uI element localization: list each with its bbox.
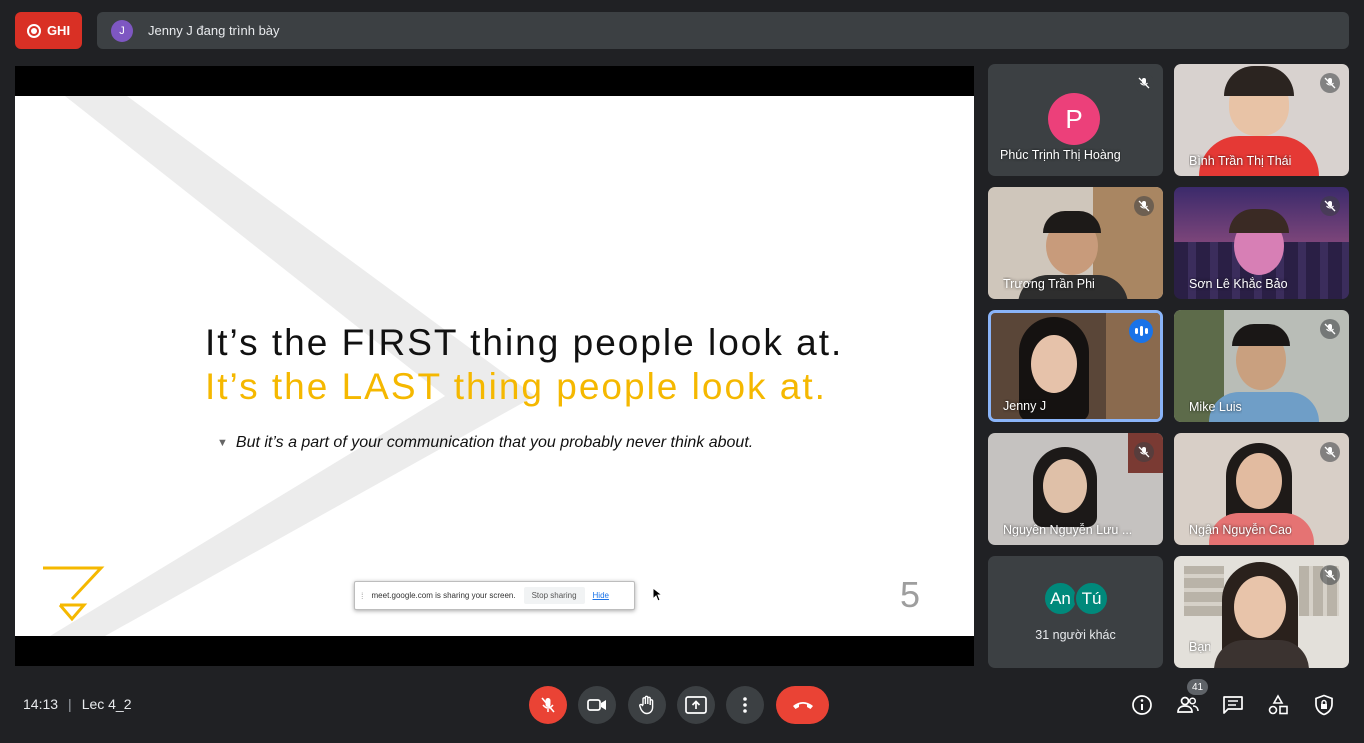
participant-tile-self[interactable]: Bạn [1174, 556, 1349, 668]
slide-bullet: ▼ But it’s a part of your communication … [217, 434, 753, 452]
slide-headline-first: It’s the FIRST thing people look at. [205, 322, 844, 363]
participant-video [1031, 335, 1077, 393]
participant-name: Mike Luis [1189, 400, 1242, 414]
slide: It’s the FIRST thing people look at. It’… [15, 96, 974, 636]
camera-toggle-button[interactable] [578, 686, 616, 724]
mic-off-icon [1134, 196, 1154, 216]
more-options-button[interactable] [726, 686, 764, 724]
participant-tile[interactable]: Ngân Nguyễn Cao [1174, 433, 1349, 545]
raise-hand-button[interactable] [628, 686, 666, 724]
mic-off-icon [1134, 442, 1154, 462]
present-screen-button[interactable] [677, 686, 715, 724]
participant-tile[interactable]: Mike Luis [1174, 310, 1349, 422]
present-icon [685, 696, 707, 714]
chat-button[interactable] [1221, 693, 1245, 717]
mic-off-icon [541, 697, 555, 713]
record-label: GHI [46, 23, 71, 38]
activities-button[interactable] [1266, 693, 1290, 717]
others-count-label: 31 người khác [1035, 628, 1116, 642]
meeting-name: Lec 4_2 [81, 696, 132, 712]
mic-off-icon [1320, 565, 1340, 585]
divider: | [68, 696, 72, 712]
participant-name: Sơn Lê Khắc Bảo [1189, 277, 1288, 291]
hang-up-icon [792, 702, 813, 709]
presenter-banner: J Jenny J đang trình bày [97, 12, 1349, 49]
screen-share-notification: ⁞ meet.google.com is sharing your screen… [354, 581, 635, 610]
presenter-avatar: J [111, 19, 133, 42]
speaking-indicator-icon [1129, 319, 1153, 343]
people-count-badge: 41 [1187, 679, 1208, 695]
participant-name: Bạn [1189, 640, 1212, 654]
stop-sharing-button[interactable]: Stop sharing [523, 587, 585, 604]
hide-link[interactable]: Hide [593, 591, 609, 600]
mic-off-icon [1320, 442, 1340, 462]
participant-name: Bình Trần Thị Thái [1189, 154, 1292, 168]
mic-off-icon [1320, 319, 1340, 339]
avatar: An [1043, 581, 1078, 616]
people-icon [1177, 696, 1199, 713]
participant-name: Trương Trần Phi [1003, 277, 1095, 291]
participant-name: Nguyên Nguyễn Lưu ... [1003, 523, 1133, 537]
recording-indicator[interactable]: GHI [15, 12, 82, 49]
people-button[interactable] [1176, 693, 1200, 717]
mouse-cursor-icon [653, 588, 663, 602]
participant-name: Ngân Nguyễn Cao [1189, 523, 1292, 537]
drag-handle-icon[interactable]: ⁞ [361, 591, 364, 601]
avatar: Tú [1074, 581, 1109, 616]
participant-name: Phúc Trịnh Thị Hoàng [1000, 148, 1121, 162]
mic-off-icon [1320, 73, 1340, 93]
slide-headline-last: It’s the LAST thing people look at. [205, 366, 827, 407]
camera-icon [587, 699, 606, 711]
presentation-stage: It’s the FIRST thing people look at. It’… [15, 66, 974, 666]
avatar: P [1048, 93, 1100, 145]
leave-call-button[interactable] [776, 686, 829, 724]
participant-video [1234, 576, 1286, 638]
participant-tile[interactable]: Trương Trần Phi [988, 187, 1163, 299]
record-icon [26, 23, 41, 38]
hand-icon [639, 695, 654, 715]
participant-name: Jenny J [1003, 399, 1047, 413]
share-message: meet.google.com is sharing your screen. [371, 591, 516, 600]
shield-lock-icon [1315, 694, 1333, 716]
chat-icon [1223, 696, 1243, 714]
participant-tile-active-speaker[interactable]: Jenny J [988, 310, 1163, 422]
participant-tile[interactable]: Bình Trần Thị Thái [1174, 64, 1349, 176]
host-controls-button[interactable] [1312, 693, 1336, 717]
meeting-time: 14:13 [23, 696, 59, 712]
more-vert-icon [743, 697, 747, 713]
triangle-bullet-icon: ▼ [217, 437, 228, 449]
mic-off-icon [1134, 73, 1154, 93]
slide-bullet-text: But it’s a part of your communication th… [235, 434, 754, 451]
participant-video [1236, 453, 1282, 509]
participant-video [1043, 459, 1087, 513]
mic-off-icon [1320, 196, 1340, 216]
participant-tile[interactable]: Nguyên Nguyễn Lưu ... [988, 433, 1163, 545]
participant-tile[interactable]: P Phúc Trịnh Thị Hoàng [988, 64, 1163, 176]
others-tile[interactable]: An Tú 31 người khác [988, 556, 1163, 668]
info-icon [1132, 695, 1152, 715]
meeting-info-button[interactable] [1130, 693, 1154, 717]
meeting-details: 14:13 | Lec 4_2 [23, 696, 132, 712]
slide-page-number: 5 [900, 574, 921, 615]
participant-tile[interactable]: Sơn Lê Khắc Bảo [1174, 187, 1349, 299]
presenter-text: Jenny J đang trình bày [148, 23, 280, 38]
microphone-toggle-button[interactable] [529, 686, 567, 724]
activities-icon [1268, 694, 1288, 715]
